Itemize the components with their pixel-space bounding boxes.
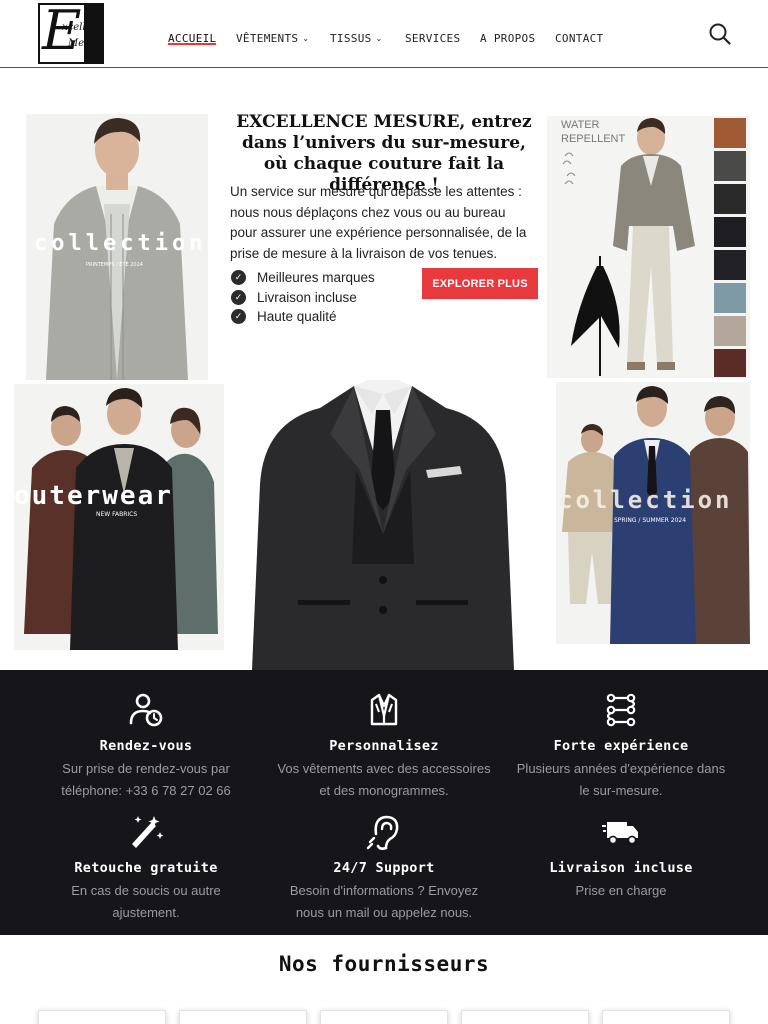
feature-title: Retouche gratuite [74, 860, 218, 876]
supplier-card[interactable] [38, 1010, 166, 1024]
explore-more-button[interactable]: EXPLORER PLUS [422, 268, 538, 299]
supplier-card[interactable] [179, 1010, 307, 1024]
supplier-card[interactable] [602, 1010, 730, 1024]
nav-contact[interactable]: CONTACT [555, 27, 603, 46]
nav-accueil[interactable]: ACCUEIL [168, 27, 217, 46]
photo-outerwear[interactable]: outerwear NEW FABRICS [14, 384, 224, 650]
feature-text: En cas de soucis ou autre ajustement. [71, 883, 221, 920]
photo-outerwear-illustration: outerwear NEW FABRICS [14, 384, 224, 650]
site-header: E xcellence Mesure ACCUEIL VÊTEMENTS⌄ TI… [0, 0, 768, 68]
experience-icon [606, 693, 636, 727]
nav-apropos-label: A PROPOS [480, 32, 536, 45]
hero-feature-item: ✓ Haute qualité [231, 307, 375, 327]
hero-description: Un service sur mesure qui dépasse les at… [230, 184, 527, 261]
hero-feature-label: Livraison incluse [257, 289, 357, 305]
nav-active-underline [168, 43, 217, 45]
check-circle-icon: ✓ [231, 270, 246, 286]
supplier-card[interactable] [461, 1010, 589, 1024]
feature-title: Forte expérience [553, 738, 689, 754]
logo-black-strip [84, 5, 102, 62]
feature-rendez-vous: Rendez-vous Sur prise de rendez-vous par… [26, 690, 266, 802]
hero-feature-label: Haute qualité [257, 309, 337, 325]
hero-feature-label: Meilleures marques [257, 270, 375, 286]
check-circle-icon: ✓ [231, 289, 246, 305]
nav-contact-label: CONTACT [555, 32, 604, 45]
hero-feature-list: ✓ Meilleures marques ✓ Livraison incluse… [231, 268, 375, 327]
feature-text: Vos vêtements avec des accessoires et de… [277, 761, 491, 798]
feature-text: Besoin d'informations ? Envoyez nous un … [289, 883, 479, 920]
nav-services-label: SERVICES [405, 32, 461, 45]
nav-vetements-label: VÊTEMENTS [236, 32, 299, 45]
feature-title: 24/7 Support [333, 860, 435, 876]
magic-wand-icon [132, 816, 164, 848]
photo-overlay-text: collection [34, 231, 206, 256]
feature-support: 24/7 Support Besoin d'informations ? Env… [264, 812, 504, 924]
nav-tissus-label: TISSUS [330, 32, 372, 45]
feature-title: Livraison incluse [549, 860, 693, 876]
logo-text-line1: xcellence [62, 22, 104, 33]
suppliers-title: Nos fournisseurs [278, 952, 490, 976]
chevron-down-icon: ⌄ [302, 34, 310, 43]
feature-forte-experience: Forte expérience Plusieurs années d'expé… [501, 690, 741, 802]
feature-retouche: Retouche gratuite En cas de soucis ou au… [26, 812, 266, 924]
svg-text:PRINTEMPS / ÉTÉ 2024: PRINTEMPS / ÉTÉ 2024 [86, 260, 143, 268]
feature-personnalisez: Personnalisez Vos vêtements avec des acc… [264, 690, 504, 802]
feature-text: Sur prise de rendez-vous par téléphone: … [61, 761, 231, 798]
svg-text:WATER: WATER [561, 119, 600, 131]
photo-suit-illustration [250, 374, 516, 670]
photo-collection-spring[interactable]: collection SPRING / SUMMER 2024 [556, 382, 750, 644]
hero-feature-item: ✓ Livraison incluse [231, 288, 375, 308]
logo[interactable]: E xcellence Mesure [38, 3, 104, 64]
photo-collection-spring-illustration: collection SPRING / SUMMER 2024 [556, 382, 750, 644]
nav-services[interactable]: SERVICES [405, 27, 460, 46]
svg-text:SPRING / SUMMER 2024: SPRING / SUMMER 2024 [614, 517, 686, 524]
svg-text:NEW FABRICS: NEW FABRICS [96, 511, 137, 518]
photo-water-repellent[interactable]: WATER REPELLENT [547, 116, 750, 378]
check-circle-icon: ✓ [231, 309, 246, 325]
feature-text: Prise en charge [575, 883, 667, 898]
photo-overlay-text: collection [558, 486, 733, 514]
appointment-icon [129, 693, 163, 727]
chevron-down-icon: ⌄ [375, 34, 383, 43]
svg-text:REPELLENT: REPELLENT [561, 133, 625, 145]
supplier-card[interactable] [320, 1010, 448, 1024]
photo-water-repellent-illustration: WATER REPELLENT [547, 116, 750, 378]
photo-black-suit[interactable] [250, 374, 516, 670]
delivery-truck-icon [602, 822, 638, 845]
nav-tissus[interactable]: TISSUS ⌄ [330, 27, 383, 46]
photo-collection-jacket[interactable]: collection PRINTEMPS / ÉTÉ 2024 [26, 114, 208, 380]
feature-title: Personnalisez [329, 738, 439, 754]
feature-text: Plusieurs années d'expérience dans le su… [516, 761, 726, 798]
nav-apropos[interactable]: A PROPOS [480, 27, 535, 46]
support-icon [366, 815, 399, 850]
suit-icon [370, 693, 398, 726]
logo-text-line2: Mesure [68, 38, 104, 49]
feature-livraison: Livraison incluse Prise en charge [501, 812, 741, 902]
photo-jacket-illustration: collection PRINTEMPS / ÉTÉ 2024 [26, 114, 208, 380]
feature-title: Rendez-vous [99, 738, 193, 754]
photo-overlay-text: outerwear [14, 481, 173, 511]
search-icon[interactable] [709, 23, 731, 45]
hero-feature-item: ✓ Meilleures marques [231, 268, 375, 288]
nav-vetements[interactable]: VÊTEMENTS ⌄ [236, 27, 309, 46]
features-band: Rendez-vous Sur prise de rendez-vous par… [0, 670, 768, 935]
